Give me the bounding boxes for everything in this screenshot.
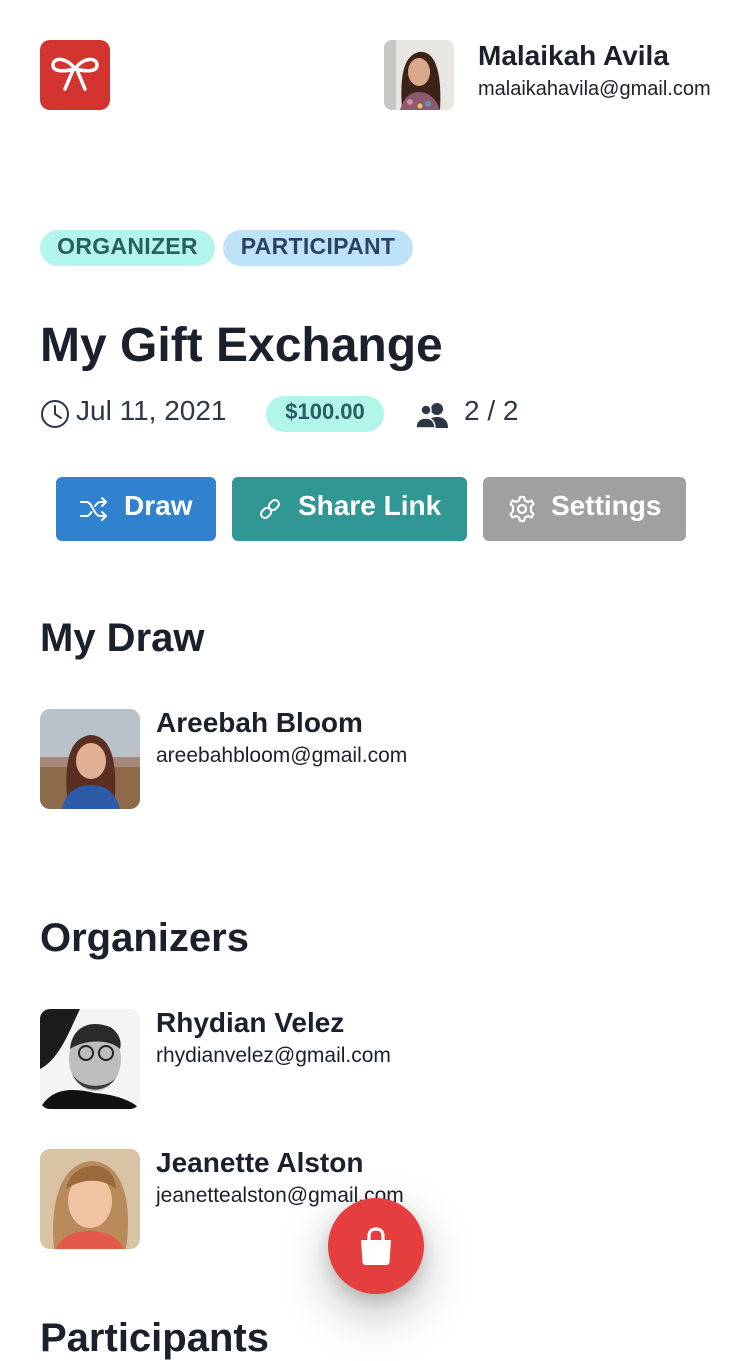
- organizer-email: rhydianvelez@gmail.com: [156, 1044, 391, 1067]
- settings-button[interactable]: Settings: [483, 477, 686, 541]
- budget-badge: $100.00: [266, 396, 384, 432]
- organizers-heading: Organizers: [40, 916, 249, 960]
- draw-button-label: Draw: [124, 490, 193, 521]
- link-icon: [260, 499, 280, 519]
- organizer-name: Rhydian Velez: [156, 1007, 345, 1038]
- gift-fab-button[interactable]: [328, 1198, 424, 1294]
- exchange-date: Jul 11, 2021: [76, 395, 227, 426]
- share-link-label: Share Link: [298, 490, 442, 521]
- shuffle-icon: [80, 497, 107, 521]
- app-logo[interactable]: [40, 40, 110, 110]
- participants-heading: Participants: [40, 1316, 269, 1360]
- organizer-badge: ORGANIZER: [40, 230, 215, 266]
- draw-button[interactable]: Draw: [56, 477, 216, 541]
- user-name: Malaikah Avila: [478, 40, 669, 71]
- participants-count: 2 / 2: [464, 395, 519, 426]
- draw-person-email: areebahbloom@gmail.com: [156, 744, 408, 767]
- page-title: My Gift Exchange: [40, 319, 443, 372]
- user-avatar[interactable]: [384, 40, 454, 110]
- shopping-bag-icon: [361, 1227, 391, 1265]
- participant-badge: PARTICIPANT: [223, 230, 413, 266]
- organizer-avatar[interactable]: [40, 1009, 140, 1109]
- draw-person-name: Areebah Bloom: [156, 707, 363, 738]
- user-email: malaikahavila@gmail.com: [478, 78, 711, 100]
- draw-person-avatar[interactable]: [40, 709, 140, 809]
- users-icon: [415, 403, 448, 429]
- clock-icon: [41, 400, 69, 428]
- my-draw-heading: My Draw: [40, 616, 205, 660]
- organizer-name: Jeanette Alston: [156, 1147, 364, 1178]
- settings-label: Settings: [551, 490, 662, 521]
- organizer-avatar[interactable]: [40, 1149, 140, 1249]
- share-link-button[interactable]: Share Link: [232, 477, 467, 541]
- ribbon-bow-icon: [51, 57, 99, 91]
- gear-icon: [509, 495, 535, 523]
